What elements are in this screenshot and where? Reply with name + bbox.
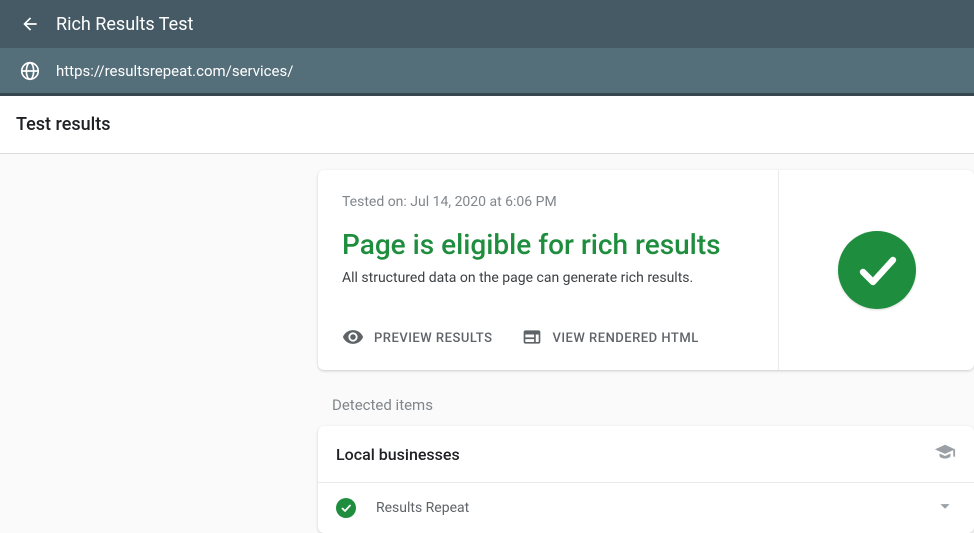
top-bar: Rich Results Test <box>0 0 974 48</box>
view-rendered-html-label: VIEW RENDERED HTML <box>552 331 698 346</box>
preview-results-button[interactable]: PREVIEW RESULTS <box>342 326 492 352</box>
eye-icon <box>342 326 364 352</box>
content-stack: Tested on: Jul 14, 2020 at 6:06 PM Page … <box>318 170 974 533</box>
page-title: Rich Results Test <box>56 14 193 35</box>
eligibility-subtext: All structured data on the page can gene… <box>342 270 754 286</box>
content-area: Tested on: Jul 14, 2020 at 6:06 PM Page … <box>0 154 974 533</box>
web-icon <box>522 327 542 351</box>
detected-group-title: Local businesses <box>336 445 460 464</box>
tested-prefix: Tested on: <box>342 194 410 210</box>
result-card: Tested on: Jul 14, 2020 at 6:06 PM Page … <box>318 170 974 370</box>
result-summary: Tested on: Jul 14, 2020 at 6:06 PM Page … <box>318 170 779 370</box>
tested-timestamp: Jul 14, 2020 at 6:06 PM <box>410 194 556 210</box>
url-bar: https://resultsrepeat.com/services/ <box>0 48 974 96</box>
view-rendered-html-button[interactable]: VIEW RENDERED HTML <box>522 327 698 351</box>
detected-item-row[interactable]: Results Repeat <box>318 483 974 533</box>
detected-items-label: Detected items <box>318 396 974 426</box>
globe-icon <box>18 59 42 83</box>
result-status-icon-area <box>779 170 974 370</box>
back-arrow-icon[interactable] <box>18 12 42 36</box>
success-check-icon <box>838 231 916 309</box>
chevron-down-icon <box>934 495 956 521</box>
check-icon <box>336 498 356 518</box>
school-icon <box>934 442 956 468</box>
section-title: Test results <box>16 114 958 135</box>
eligibility-headline: Page is eligible for rich results <box>342 228 754 262</box>
tested-on-label: Tested on: Jul 14, 2020 at 6:06 PM <box>342 194 754 210</box>
actions-row: PREVIEW RESULTS VIEW RENDERED HTML <box>342 326 754 352</box>
preview-results-label: PREVIEW RESULTS <box>374 331 492 346</box>
detected-items-card: Local businesses Results Repeat <box>318 426 974 533</box>
detected-item-name: Results Repeat <box>376 500 934 516</box>
section-header: Test results <box>0 96 974 154</box>
tested-url[interactable]: https://resultsrepeat.com/services/ <box>56 62 293 80</box>
detected-group-header[interactable]: Local businesses <box>318 426 974 483</box>
